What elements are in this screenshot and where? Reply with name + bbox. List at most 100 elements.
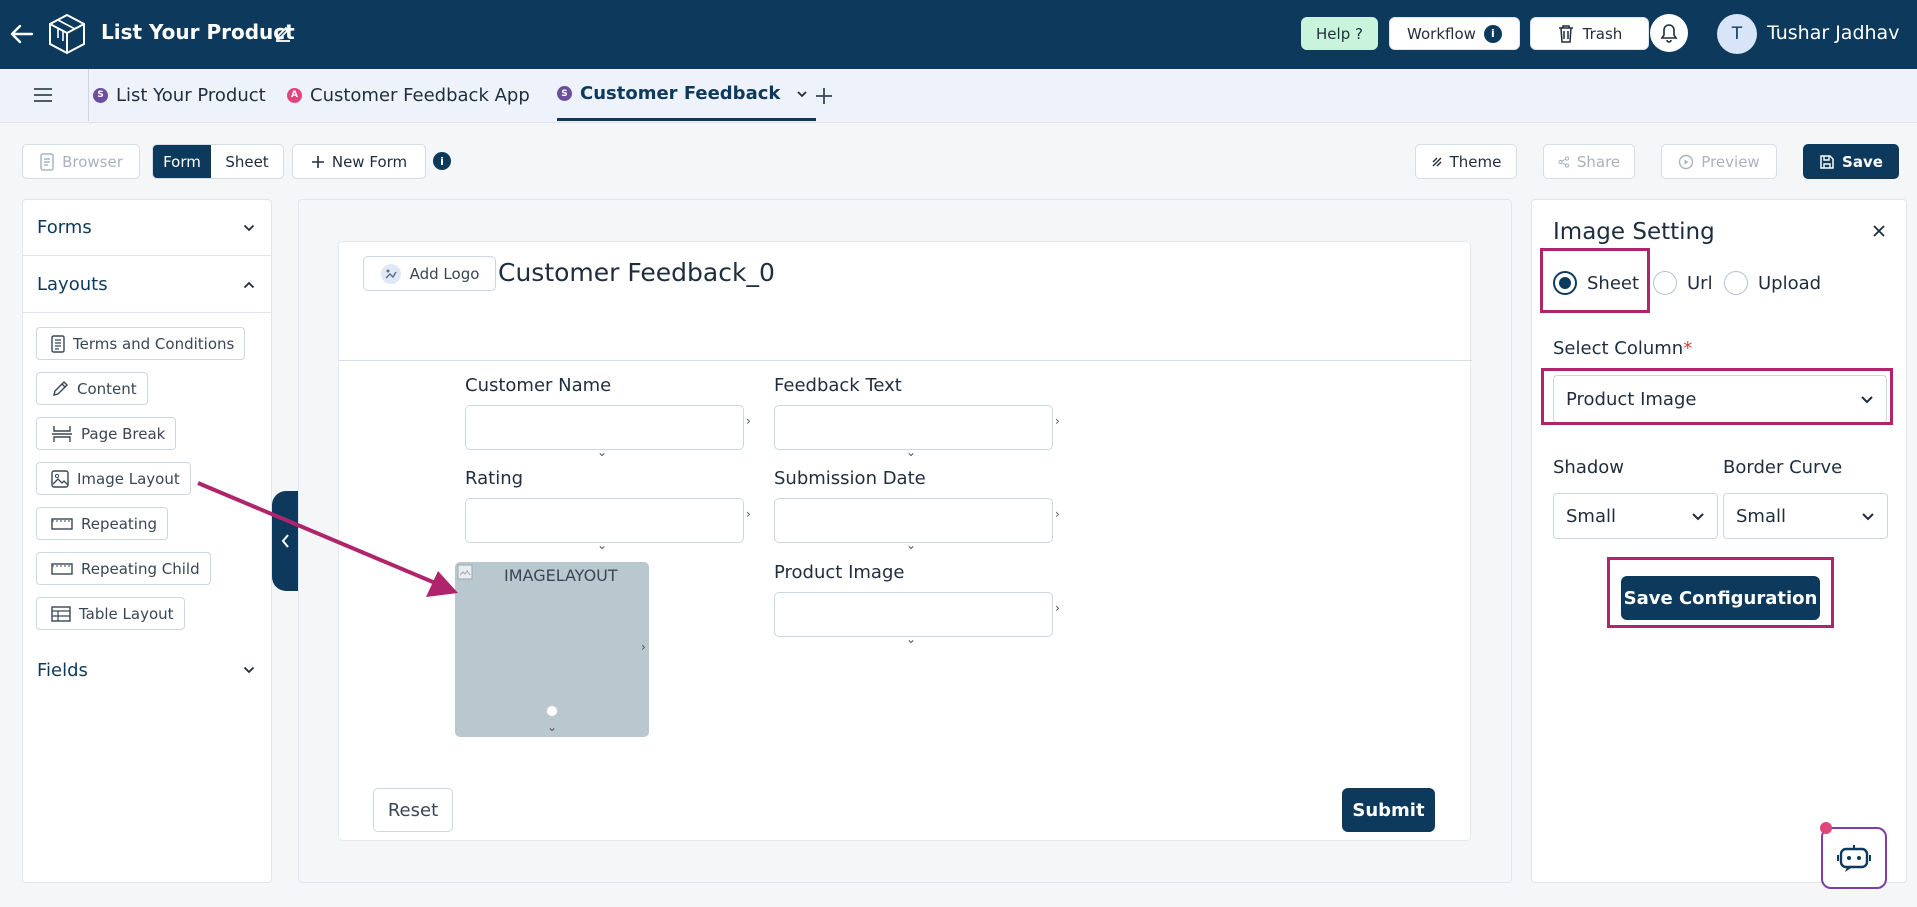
notification-dot	[1820, 822, 1832, 834]
layout-item-page-break[interactable]: Page Break	[36, 417, 177, 450]
highlight-select-column	[1541, 368, 1893, 425]
layout-item-table-layout[interactable]: Table Layout	[36, 597, 185, 630]
new-form-label: New Form	[331, 152, 408, 171]
save-button[interactable]: Save	[1803, 144, 1899, 179]
notification-button[interactable]	[1650, 14, 1688, 52]
sheet-view-button[interactable]: Sheet	[211, 145, 283, 178]
trash-label: Trash	[1582, 24, 1623, 43]
image-layout-block[interactable]: IMAGELAYOUT › ⌄	[455, 562, 649, 737]
help-button[interactable]: Help ?	[1301, 17, 1378, 50]
panel-title: Image Setting	[1553, 219, 1715, 245]
feedback-text-input[interactable]	[774, 405, 1053, 450]
tab-customer-feedback[interactable]: S Customer Feedback	[557, 69, 817, 121]
chevron-down-icon[interactable]: ⌄	[906, 632, 916, 646]
chevron-down-icon[interactable]	[796, 90, 808, 98]
share-button[interactable]: Share	[1543, 144, 1635, 179]
layout-item-terms-and-conditions[interactable]: Terms and Conditions	[36, 327, 246, 360]
theme-button[interactable]: Theme	[1415, 144, 1517, 179]
chevron-right-icon[interactable]: ›	[746, 507, 751, 521]
fields-label: Fields	[37, 659, 88, 681]
rating-input[interactable]	[465, 498, 744, 543]
image-placeholder-text: IMAGELAYOUT	[504, 566, 618, 585]
collapse-panel-handle[interactable]	[272, 491, 298, 591]
play-icon	[1679, 154, 1694, 169]
layout-item-content[interactable]: Content	[36, 372, 148, 405]
workflow-label: Workflow	[1407, 24, 1476, 43]
required-mark: *	[1683, 338, 1693, 359]
layout-item-label: Repeating	[81, 514, 157, 533]
tab-label: List Your Product	[116, 84, 266, 106]
radio-url-label[interactable]: Url	[1687, 273, 1713, 294]
forms-label: Forms	[37, 217, 92, 238]
add-logo-label: Add Logo	[409, 264, 480, 283]
highlight-save-configuration	[1607, 557, 1834, 628]
submission-date-input[interactable]	[774, 498, 1053, 543]
tab-list-your-product[interactable]: S List Your Product	[93, 69, 266, 121]
view-toggle: Form Sheet	[152, 144, 284, 179]
border-curve-dropdown[interactable]: Small	[1723, 493, 1888, 539]
chevron-right-icon[interactable]: ›	[746, 414, 751, 428]
user-name[interactable]: Tushar Jadhav	[1767, 22, 1899, 44]
edit-pencil-icon[interactable]	[274, 24, 292, 42]
layout-item-label: Repeating Child	[81, 559, 200, 578]
layout-item-repeating-child[interactable]: Repeating Child	[36, 552, 211, 585]
new-form-button[interactable]: New Form	[292, 144, 426, 179]
chevron-right-icon[interactable]: ›	[641, 640, 646, 654]
field-label-customer-name: Customer Name	[465, 375, 612, 396]
chevron-down-icon[interactable]: ⌄	[597, 445, 607, 459]
workflow-button[interactable]: Workflow i	[1389, 17, 1520, 50]
layout-item-image-layout[interactable]: Image Layout	[36, 462, 191, 495]
customer-name-input[interactable]	[465, 405, 744, 450]
hamburger-menu-icon[interactable]	[33, 87, 53, 103]
add-logo-button[interactable]: Add Logo	[363, 256, 496, 291]
chevron-down-icon	[1692, 512, 1704, 520]
radio-upload[interactable]	[1724, 271, 1748, 295]
radio-upload-label[interactable]: Upload	[1758, 273, 1821, 294]
field-label-feedback-text: Feedback Text	[774, 375, 902, 396]
chevron-down-icon[interactable]: ⌄	[906, 538, 916, 552]
back-arrow-icon[interactable]	[10, 24, 34, 44]
layout-item-repeating[interactable]: Repeating	[36, 507, 168, 540]
share-icon	[1558, 155, 1569, 168]
repeating-icon	[51, 517, 73, 530]
submit-button[interactable]: Submit	[1342, 788, 1435, 832]
browser-label: Browser	[62, 152, 123, 171]
layout-item-label: Terms and Conditions	[73, 334, 235, 353]
theme-icon	[1432, 157, 1442, 166]
form-card: Add Logo Customer Feedback_0 Customer Na…	[338, 241, 1472, 841]
product-image-input[interactable]	[774, 592, 1053, 637]
theme-label: Theme	[1449, 152, 1502, 171]
trash-button[interactable]: Trash	[1530, 17, 1649, 50]
chevron-down-icon[interactable]: ⌄	[547, 720, 557, 734]
radio-url[interactable]	[1653, 271, 1677, 295]
layout-item-label: Content	[77, 379, 137, 398]
preview-button[interactable]: Preview	[1661, 144, 1777, 179]
browser-button[interactable]: Browser	[22, 144, 140, 179]
fields-accordion[interactable]: Fields	[23, 642, 271, 698]
form-title[interactable]: Customer Feedback_0	[498, 258, 775, 287]
chevron-right-icon[interactable]: ›	[1055, 507, 1060, 521]
chevron-down-icon[interactable]: ⌄	[906, 445, 916, 459]
plus-icon	[311, 155, 324, 168]
logo-placeholder-icon	[380, 263, 401, 284]
chatbot-button[interactable]	[1821, 827, 1887, 889]
field-label-rating: Rating	[465, 468, 524, 489]
forms-accordion[interactable]: Forms	[23, 200, 271, 256]
avatar[interactable]: T	[1717, 14, 1757, 54]
reset-button[interactable]: Reset	[373, 788, 453, 832]
layouts-accordion[interactable]: Layouts	[23, 257, 271, 313]
info-icon[interactable]: i	[433, 152, 451, 170]
shadow-dropdown[interactable]: Small	[1553, 493, 1718, 539]
chevron-down-icon[interactable]: ⌄	[597, 538, 607, 552]
preview-label: Preview	[1701, 152, 1760, 171]
chevron-right-icon[interactable]: ›	[1055, 601, 1060, 615]
add-tab-icon[interactable]	[815, 87, 833, 105]
form-view-button[interactable]: Form	[153, 145, 211, 178]
tab-bar: S List Your Product A Customer Feedback …	[0, 69, 1917, 123]
chevron-right-icon[interactable]: ›	[1055, 414, 1060, 428]
tab-customer-feedback-app[interactable]: A Customer Feedback App	[287, 69, 530, 121]
resize-handle[interactable]	[546, 705, 558, 717]
close-icon[interactable]	[1872, 224, 1886, 238]
tab-badge: S	[557, 86, 572, 101]
table-icon	[51, 605, 71, 622]
